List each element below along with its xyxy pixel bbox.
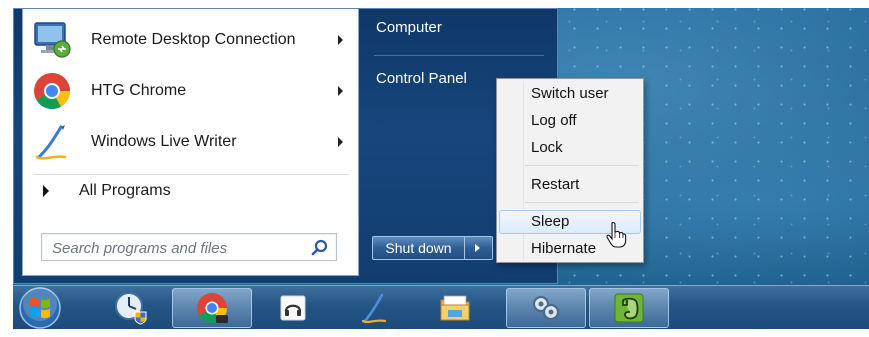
taskbar-item-chrome[interactable]: [172, 288, 252, 328]
mouse-pointer-icon: [605, 221, 627, 249]
taskbar: [0, 285, 869, 330]
image-border-left: [0, 0, 13, 337]
programs-separator: [33, 174, 349, 175]
chevron-right-icon: [475, 244, 480, 252]
menu-item-log-off[interactable]: Log off: [499, 109, 641, 133]
menu-separator: [525, 165, 639, 166]
live-writer-icon: [361, 293, 387, 324]
start-search-box[interactable]: [41, 233, 337, 261]
live-writer-icon: [31, 121, 73, 163]
program-label: Windows Live Writer: [91, 133, 237, 150]
shut-down-options-button[interactable]: [465, 236, 493, 260]
taskbar-item-audio-player[interactable]: [253, 288, 333, 328]
menu-separator: [525, 202, 639, 203]
program-remote-desktop[interactable]: Remote Desktop Connection: [27, 17, 353, 63]
search-input[interactable]: [50, 237, 304, 259]
taskbar-item-live-writer[interactable]: [334, 288, 414, 328]
evernote-icon: [614, 293, 644, 323]
submenu-arrow-icon[interactable]: [338, 137, 343, 147]
windows-start-orb-icon[interactable]: [18, 286, 62, 330]
file-explorer-icon: [440, 295, 470, 321]
menu-item-switch-user[interactable]: Switch user: [499, 82, 641, 106]
start-link-computer[interactable]: Computer: [376, 19, 442, 36]
program-windows-live-writer[interactable]: Windows Live Writer: [27, 119, 353, 165]
chrome-icon: [31, 70, 73, 112]
program-label: Remote Desktop Connection: [91, 31, 296, 48]
program-label: HTG Chrome: [91, 82, 187, 99]
image-border-bottom: [0, 329, 869, 337]
all-programs-label: All Programs: [79, 182, 171, 199]
taskbar-item-security-clock[interactable]: [91, 288, 171, 328]
submenu-arrow-icon[interactable]: [338, 35, 343, 45]
image-border-top: [0, 0, 869, 8]
submenu-arrow-icon[interactable]: [338, 86, 343, 96]
remote-desktop-icon: [31, 19, 73, 61]
start-link-control-panel[interactable]: Control Panel: [376, 70, 467, 87]
taskbar-item-evernote[interactable]: [589, 288, 669, 328]
menu-item-lock[interactable]: Lock: [499, 136, 641, 160]
security-clock-icon: [115, 292, 147, 325]
all-programs-button[interactable]: All Programs: [43, 182, 171, 200]
search-icon[interactable]: [310, 238, 330, 258]
right-pane-separator: [374, 55, 544, 56]
taskbar-item-remote-desktop[interactable]: [506, 288, 586, 328]
remote-desktop-icon: [532, 295, 560, 321]
start-menu-programs-pane: Remote Desktop Connection HTG Chrome Win…: [22, 9, 359, 276]
program-htg-chrome[interactable]: HTG Chrome: [27, 68, 353, 114]
menu-item-restart[interactable]: Restart: [499, 173, 641, 197]
chrome-icon: [197, 293, 228, 324]
taskbar-item-file-explorer[interactable]: [415, 288, 495, 328]
shut-down-button[interactable]: Shut down: [372, 236, 465, 260]
audio-player-icon: [280, 295, 306, 321]
all-programs-arrow-icon: [43, 185, 49, 197]
start-menu: Remote Desktop Connection HTG Chrome Win…: [13, 8, 558, 284]
